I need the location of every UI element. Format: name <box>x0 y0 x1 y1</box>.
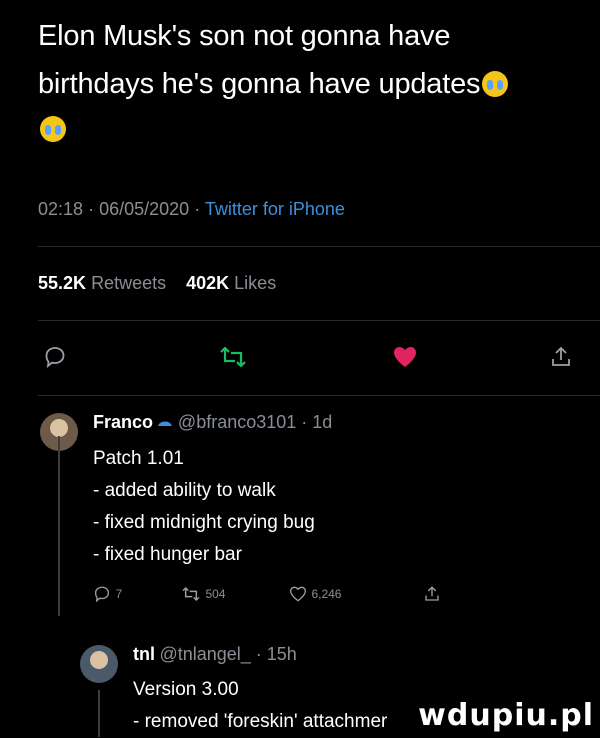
retweet-icon <box>220 346 246 368</box>
reply-line: - fixed hunger bar <box>93 544 242 565</box>
reply-body: Version 3.00 - removed 'foreskin' attach… <box>133 674 387 738</box>
reply-author-handle[interactable]: @bfranco3101 · 1d <box>178 412 332 432</box>
divider <box>38 320 600 321</box>
reply-retweet-button[interactable]: 504 <box>181 585 225 603</box>
watermark-logo: wdupiu.pl <box>418 698 594 733</box>
reply-header: Franco @bfranco3101 · 1d <box>93 412 332 433</box>
share-icon <box>552 346 570 366</box>
tweet-action-bar <box>38 340 578 380</box>
heart-outline-icon <box>289 586 307 602</box>
reply-reply-button[interactable]: 7 <box>93 585 122 603</box>
crying-face-emoji-icon <box>40 116 66 142</box>
reply-author-name[interactable]: Franco <box>93 412 153 432</box>
avatar[interactable] <box>80 645 118 683</box>
reply-like-button[interactable]: 6,246 <box>289 585 341 603</box>
likes-stat[interactable]: 402K Likes <box>186 273 276 293</box>
thread-line <box>58 436 60 616</box>
reply-body: Patch 1.01 - added ability to walk - fix… <box>93 443 315 571</box>
share-icon <box>425 586 439 601</box>
retweets-stat[interactable]: 55.2K Retweets <box>38 273 166 293</box>
like-button[interactable] <box>388 340 422 374</box>
share-button[interactable] <box>544 340 578 374</box>
emoji-line <box>38 116 66 143</box>
reply-author-handle[interactable]: @tnlangel_ · 15h <box>159 644 296 664</box>
tweet-source-link[interactable]: Twitter for iPhone <box>205 199 345 219</box>
like-count: 6,246 <box>311 587 342 601</box>
tweet-meta: 02:18 · 06/05/2020 · Twitter for iPhone <box>38 199 345 220</box>
separator-dot: · <box>88 199 95 219</box>
reply-line: Version 3.00 <box>133 679 239 700</box>
tweet-line: Elon Musk's son not gonna have <box>38 20 451 52</box>
heart-icon <box>394 347 416 367</box>
thread-line <box>98 690 100 737</box>
retweet-count: 504 <box>205 587 226 601</box>
crying-face-emoji-icon <box>482 71 509 97</box>
reply-line: - added ability to walk <box>93 480 276 501</box>
tweet-time: 02:18 <box>38 199 84 219</box>
tweet-stats: 55.2K Retweets 402K Likes <box>38 273 276 294</box>
verified-badge-icon <box>158 421 173 426</box>
reply-line: Patch 1.01 <box>93 448 184 469</box>
retweet-button[interactable] <box>216 340 250 374</box>
reply-count: 7 <box>115 587 123 602</box>
divider <box>38 395 600 396</box>
reply-icon <box>94 586 110 603</box>
reply-share-button[interactable] <box>423 585 441 603</box>
reply-author-name[interactable]: tnl <box>133 644 155 664</box>
divider <box>38 246 600 247</box>
reply-icon <box>45 347 65 369</box>
separator-dot: · <box>194 199 201 219</box>
tweet-text: Elon Musk's son not gonna have birthdays… <box>38 12 588 108</box>
reply-header: tnl @tnlangel_ · 15h <box>133 644 297 665</box>
reply-line: - fixed midnight crying bug <box>93 512 315 533</box>
retweet-icon <box>182 586 200 601</box>
reply-line: - removed 'foreskin' attachmer <box>133 711 388 732</box>
tweet-date: 06/05/2020 <box>99 199 190 219</box>
reply-button[interactable] <box>38 340 72 374</box>
tweet-line: birthdays he's gonna have updates <box>38 68 481 100</box>
reply-action-bar: 7 504 6,246 <box>93 585 473 607</box>
